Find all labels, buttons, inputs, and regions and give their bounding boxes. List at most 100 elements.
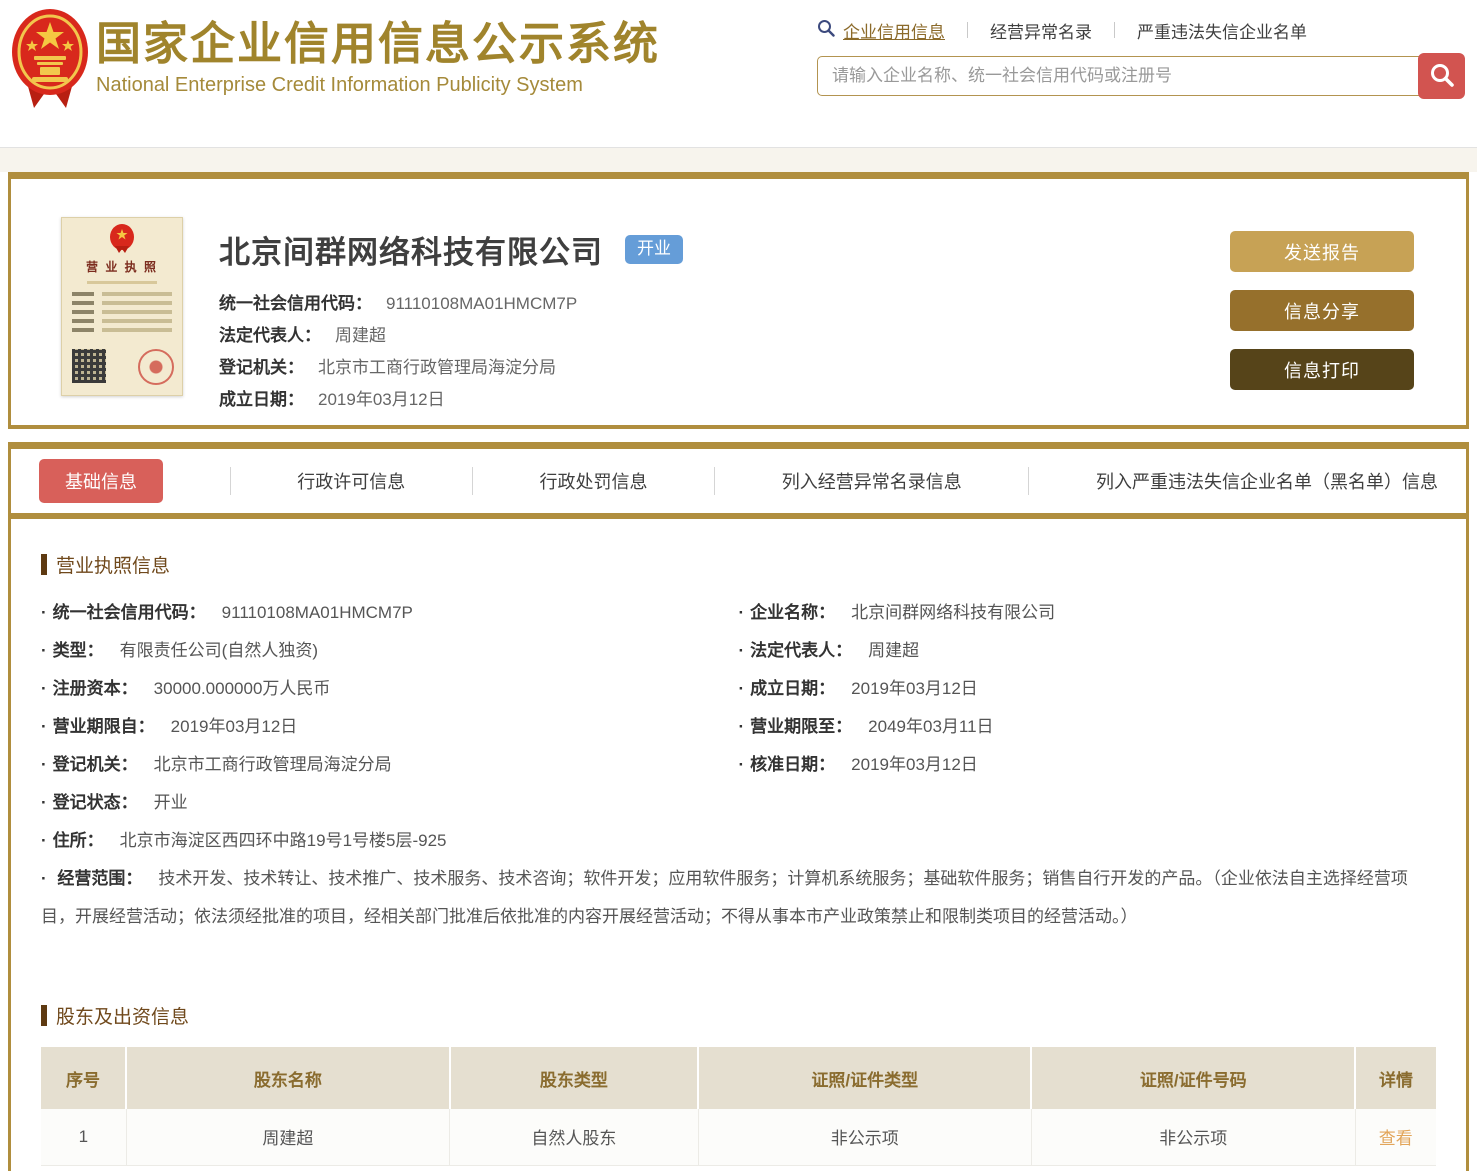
cell-shareholder-name: 周建超 [125, 1109, 450, 1166]
summary-legal-rep-value: 周建超 [335, 326, 386, 345]
site-header: 国家企业信用信息公示系统 National Enterprise Credit … [0, 0, 1477, 148]
summary-credit-code-label: 统一社会信用代码： [219, 294, 372, 313]
nav-link-credit-info[interactable]: 企业信用信息 [843, 18, 945, 43]
license-qr-code [72, 349, 106, 383]
field-value: 周建超 [868, 641, 920, 660]
license-thumb-title: 营 业 执 照 [85, 260, 158, 274]
summary-establish-date-label: 成立日期： [219, 390, 304, 409]
tab-basic-info[interactable]: 基础信息 [39, 459, 163, 503]
nav-separator [967, 22, 968, 38]
col-header-cert-type: 证照/证件类型 [697, 1047, 1032, 1109]
cell-cert-type: 非公示项 [697, 1109, 1032, 1166]
field-label: 营业期限自： [52, 717, 155, 736]
field-credit-code: 统一社会信用代码： 91110108MA01HMCM7P [41, 594, 739, 632]
cell-cert-number: 非公示项 [1030, 1109, 1356, 1166]
magnifier-icon [1429, 62, 1455, 91]
field-label: 企业名称： [750, 603, 836, 622]
summary-reg-authority-label: 登记机关： [219, 358, 304, 377]
status-badge: 开业 [625, 235, 683, 264]
col-header-shareholder-type: 股东类型 [448, 1047, 699, 1109]
table-row: 1 周建超 自然人股东 非公示项 非公示项 查看 [41, 1109, 1436, 1166]
share-info-button[interactable]: 信息分享 [1230, 290, 1414, 331]
field-value: 2019年03月12日 [170, 717, 298, 736]
license-thumb-textline [72, 310, 172, 314]
field-value: 2049年03月11日 [868, 717, 994, 736]
summary-reg-authority: 登记机关： 北京市工商行政管理局海淀分局 [219, 352, 1230, 384]
national-emblem-icon [10, 6, 90, 119]
shareholder-title-text: 股东及出资信息 [56, 1007, 190, 1028]
field-value: 技术开发、技术转让、技术推广、技术服务、技术咨询；软件开发；应用软件服务；计算机… [41, 869, 1408, 926]
red-seal-icon [138, 349, 174, 385]
tab-separator [714, 467, 716, 495]
field-label: 住所： [52, 831, 104, 850]
tab-admin-penalty[interactable]: 行政处罚信息 [540, 468, 648, 494]
col-header-cert-number: 证照/证件号码 [1030, 1047, 1356, 1109]
summary-establish-date-value: 2019年03月12日 [318, 390, 445, 409]
field-legal-rep: 法定代表人： 周建超 [739, 632, 1437, 670]
field-business-scope: 经营范围：技术开发、技术转让、技术推广、技术服务、技术咨询；软件开发；应用软件服… [41, 860, 1436, 936]
company-summary-card: 营 业 执 照 北京间群网络科技有限公司 开业 统一社会信用代码： 9111010… [8, 172, 1469, 429]
field-reg-authority: 登记机关： 北京市工商行政管理局海淀分局 [41, 746, 739, 784]
field-value: 北京市海淀区西四环中路19号1号楼5层-925 [119, 831, 447, 850]
field-label: 登记状态： [52, 793, 138, 812]
tab-separator [1028, 467, 1030, 495]
summary-credit-code: 统一社会信用代码： 91110108MA01HMCM7P [219, 288, 1230, 320]
tab-admin-license[interactable]: 行政许可信息 [297, 468, 405, 494]
field-reg-status: 登记状态： 开业 [41, 784, 739, 822]
field-value: 北京市工商行政管理局海淀分局 [153, 755, 392, 774]
field-label: 营业期限至： [750, 717, 853, 736]
field-company-name: 企业名称： 北京间群网络科技有限公司 [739, 594, 1437, 632]
license-thumb-divider [87, 281, 157, 284]
tab-bar: 基础信息 行政许可信息 行政处罚信息 列入经营异常名录信息 列入严重违法失信企业… [11, 449, 1466, 519]
field-company-type: 类型： 有限责任公司(自然人独资) [41, 632, 739, 670]
field-value: 北京间群网络科技有限公司 [851, 603, 1056, 622]
license-emblem-icon [109, 224, 135, 254]
field-label: 法定代表人： [750, 641, 853, 660]
field-establish-date: 成立日期： 2019年03月12日 [739, 670, 1437, 708]
field-address: 住所： 北京市海淀区西四环中路19号1号楼5层-925 [41, 822, 739, 860]
license-info-section-title: 营业执照信息 [41, 551, 1436, 578]
view-detail-link[interactable]: 查看 [1379, 1129, 1413, 1148]
beige-band [0, 148, 1477, 172]
field-label: 注册资本： [52, 679, 138, 698]
field-label: 统一社会信用代码： [52, 603, 206, 622]
field-value: 开业 [153, 793, 188, 812]
summary-credit-code-value: 91110108MA01HMCM7P [386, 294, 578, 313]
nav-link-blacklist[interactable]: 严重违法失信企业名单 [1137, 18, 1307, 43]
search-icon [817, 19, 835, 42]
tab-separator [229, 467, 231, 495]
col-header-shareholder-name: 股东名称 [125, 1047, 450, 1109]
tab-abnormal-list[interactable]: 列入经营异常名录信息 [782, 468, 962, 494]
field-term-to: 营业期限至： 2049年03月11日 [739, 708, 1437, 746]
cell-index: 1 [41, 1109, 127, 1166]
field-label: 登记机关： [52, 755, 138, 774]
nav-link-abnormal-list[interactable]: 经营异常名录 [990, 18, 1092, 43]
section-title-bar [41, 554, 47, 575]
license-thumb-textline [72, 328, 172, 332]
summary-legal-rep: 法定代表人： 周建超 [219, 320, 1230, 352]
field-registered-capital: 注册资本： 30000.000000万人民币 [41, 670, 739, 708]
license-thumb-textline [72, 301, 172, 305]
col-header-detail: 详情 [1354, 1047, 1436, 1109]
license-thumb-textline [72, 319, 172, 323]
license-info-fields: 统一社会信用代码： 91110108MA01HMCM7P 类型： 有限责任公司(自然… [41, 594, 1436, 860]
field-label: 经营范围： [57, 869, 143, 888]
field-value: 2019年03月12日 [851, 755, 978, 774]
send-report-button[interactable]: 发送报告 [1230, 231, 1414, 272]
search-button[interactable] [1418, 53, 1465, 99]
nav-separator [1114, 22, 1115, 38]
cell-shareholder-type: 自然人股东 [449, 1109, 699, 1166]
site-title-en: National Enterprise Credit Information P… [96, 73, 583, 96]
table-header-row: 序号 股东名称 股东类型 证照/证件类型 证照/证件号码 详情 [41, 1047, 1436, 1109]
field-value: 2019年03月12日 [851, 679, 978, 698]
tab-separator [471, 467, 473, 495]
company-name: 北京间群网络科技有限公司 [219, 235, 603, 270]
summary-legal-rep-label: 法定代表人： [219, 326, 321, 345]
summary-reg-authority-value: 北京市工商行政管理局海淀分局 [318, 358, 556, 377]
business-license-thumbnail: 营 业 执 照 [61, 217, 183, 396]
field-approval-date: 核准日期： 2019年03月12日 [739, 746, 1437, 784]
field-value: 30000.000000万人民币 [153, 679, 331, 698]
print-info-button[interactable]: 信息打印 [1230, 349, 1414, 390]
tab-blacklist[interactable]: 列入严重违法失信企业名单（黑名单）信息 [1096, 468, 1438, 494]
search-input[interactable] [817, 56, 1465, 96]
